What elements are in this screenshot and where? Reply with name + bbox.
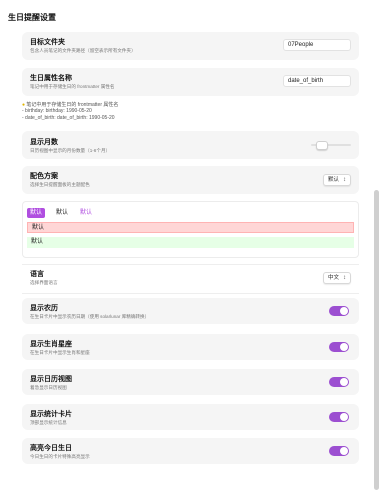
setting-label: 显示生肖星座 bbox=[30, 341, 72, 348]
toggle-knob bbox=[340, 378, 348, 386]
setting-stats: 显示统计卡片 顶部显示统计信息 bbox=[22, 404, 359, 430]
toggle-knob bbox=[340, 343, 348, 351]
setting-desc: 选择界面语言 bbox=[30, 280, 58, 285]
setting-label: 配色方案 bbox=[30, 173, 58, 180]
setting-label: 高亮今日生日 bbox=[30, 445, 72, 452]
setting-lunar: 显示农历 在生日卡片中显示农历日期（使用 solarlunar 库精确转换） bbox=[22, 298, 359, 324]
setting-desc: 在生日卡片中显示农历日期（使用 solarlunar 库精确转换） bbox=[30, 314, 150, 319]
scrollbar[interactable] bbox=[374, 190, 379, 490]
setting-label: 显示月数 bbox=[30, 139, 58, 146]
preview-chip-active: 默认 bbox=[27, 208, 46, 218]
setting-label: 显示统计卡片 bbox=[30, 411, 72, 418]
setting-desc: 选择生日提醒面板的主题配色 bbox=[30, 182, 90, 187]
toggle-knob bbox=[340, 413, 348, 421]
divider bbox=[22, 264, 359, 265]
settings-page: 生日提醒设置 目标文件夹 包含人员笔记的文件夹路径（留空表示所有文件夹） 07P… bbox=[0, 0, 380, 500]
setting-desc: 着急显示日历视图 bbox=[30, 385, 67, 390]
language-select[interactable]: 中文 ↕ bbox=[322, 272, 351, 284]
divider bbox=[22, 293, 359, 294]
setting-label: 显示农历 bbox=[30, 305, 58, 312]
setting-label: 生日属性名称 bbox=[30, 75, 72, 82]
setting-desc: 今日生日的卡片特殊高亮显示 bbox=[30, 454, 90, 459]
preview-chip-accent: 默认 bbox=[80, 210, 93, 216]
chevron-updown-icon: ↕ bbox=[343, 275, 346, 281]
toggle-knob bbox=[340, 307, 348, 315]
setting-desc: 笔记中用于存储生日的 frontmatter 属性名 bbox=[30, 84, 115, 89]
property-input[interactable]: date_of_birth bbox=[283, 75, 351, 87]
stats-toggle[interactable] bbox=[329, 412, 349, 422]
preview-chip: 默认 bbox=[56, 210, 69, 216]
folder-input[interactable]: 07People bbox=[283, 39, 351, 51]
lunar-toggle[interactable] bbox=[329, 306, 349, 316]
setting-months: 显示月数 日历视图中显示的月份数量（1-6个月） bbox=[22, 131, 359, 159]
setting-calendar: 显示日历视图 着急显示日历视图 bbox=[22, 369, 359, 395]
property-note-line1: ● 笔记中用于存储生日的 frontmatter 属性名 bbox=[22, 102, 119, 108]
slider-thumb[interactable] bbox=[316, 141, 328, 150]
preview-row-red: 默认 bbox=[27, 222, 354, 233]
setting-label: 显示日历视图 bbox=[30, 376, 72, 383]
zodiac-toggle[interactable] bbox=[329, 342, 349, 352]
setting-property: 生日属性名称 笔记中用于存储生日的 frontmatter 属性名 date_o… bbox=[22, 68, 359, 96]
calendar-toggle[interactable] bbox=[329, 377, 349, 387]
setting-label: 目标文件夹 bbox=[30, 39, 65, 46]
setting-folder: 目标文件夹 包含人员笔记的文件夹路径（留空表示所有文件夹） 07People bbox=[22, 32, 359, 60]
months-slider[interactable] bbox=[311, 141, 351, 150]
setting-desc: 日历视图中显示的月份数量（1-6个月） bbox=[30, 148, 111, 153]
setting-label: 语言 bbox=[30, 271, 44, 278]
page-title: 生日提醒设置 bbox=[8, 13, 56, 22]
setting-highlight: 高亮今日生日 今日生日的卡片特殊高亮显示 bbox=[22, 438, 359, 464]
property-note-line3: - date_of_birth: date_of_birth: 1990-05-… bbox=[22, 115, 115, 121]
setting-zodiac: 显示生肖星座 在生日卡片中显示生肖和星座 bbox=[22, 334, 359, 360]
highlight-toggle[interactable] bbox=[329, 446, 349, 456]
toggle-knob bbox=[340, 447, 348, 455]
setting-desc: 顶部显示统计信息 bbox=[30, 420, 67, 425]
setting-desc: 包含人员笔记的文件夹路径（留空表示所有文件夹） bbox=[30, 48, 136, 53]
color-scheme-select[interactable]: 默认 ↕ bbox=[322, 174, 351, 186]
setting-colors: 配色方案 选择生日提醒面板的主题配色 默认 ↕ bbox=[22, 166, 359, 194]
chevron-updown-icon: ↕ bbox=[343, 177, 346, 183]
property-note-line2: - birthday: birthday: 1990-05-20 bbox=[22, 108, 92, 114]
setting-desc: 在生日卡片中显示生肖和星座 bbox=[30, 350, 90, 355]
preview-row-green: 默认 bbox=[27, 237, 354, 248]
setting-language: 语言 选择界面语言 中文 ↕ bbox=[22, 266, 359, 290]
color-preview: 默认 默认 默认 默认 默认 bbox=[22, 201, 359, 258]
